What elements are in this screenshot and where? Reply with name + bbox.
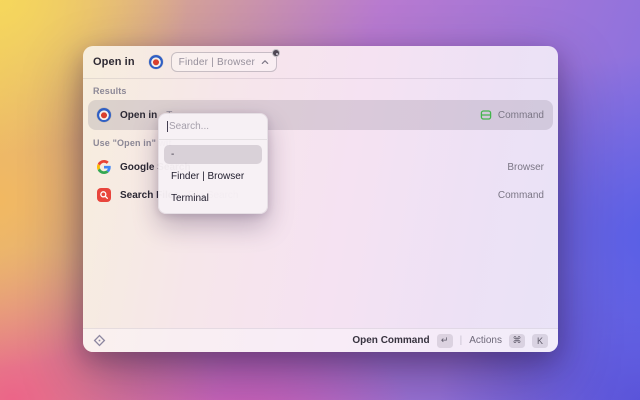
list-item-type: Browser	[507, 161, 544, 173]
enter-key-icon: ↵	[436, 333, 453, 348]
results-list: Results Open in T Command Use "Open in" …	[83, 79, 558, 328]
action-bar: Open Command ↵ | Actions ⌘ K	[83, 328, 558, 352]
chevron-up-icon	[261, 60, 269, 64]
argument-badge	[272, 49, 281, 57]
argument-dropdown[interactable]: Finder | Browser	[170, 49, 281, 72]
dropdown-search-input[interactable]	[168, 121, 259, 132]
dropdown-option-dash[interactable]: -	[164, 145, 262, 164]
raycast-logo-icon	[93, 334, 106, 347]
list-item-type: Command	[497, 109, 544, 121]
file-search-icon	[97, 188, 111, 202]
list-item-type: Command	[497, 189, 544, 201]
argument-dropdown-value: Finder | Browser	[178, 56, 256, 68]
footer-separator: |	[459, 335, 463, 346]
raycast-window: Open in Finder | Browser Results Open in	[83, 46, 558, 352]
k-key-icon: K	[532, 333, 548, 348]
section-results: Results	[93, 86, 127, 96]
dropdown-option-finder-browser[interactable]: Finder | Browser	[164, 167, 262, 186]
open-in-icon	[148, 55, 163, 69]
command-window-icon	[480, 110, 492, 120]
argument-dropdown-panel: - Finder | Browser Terminal	[158, 113, 268, 214]
list-item-title: Open in	[120, 109, 158, 121]
desktop-background: Open in Finder | Browser Results Open in	[0, 0, 640, 400]
dropdown-option-terminal[interactable]: Terminal	[164, 189, 262, 208]
actions-button[interactable]: Actions	[469, 335, 502, 346]
command-title: Open in	[93, 56, 135, 68]
primary-action-label[interactable]: Open Command	[352, 335, 429, 346]
google-icon	[97, 160, 111, 174]
cmd-key-icon: ⌘	[509, 333, 525, 348]
dropdown-search[interactable]	[159, 114, 267, 139]
window-header: Open in Finder | Browser	[83, 46, 558, 78]
open-in-icon	[97, 108, 111, 122]
